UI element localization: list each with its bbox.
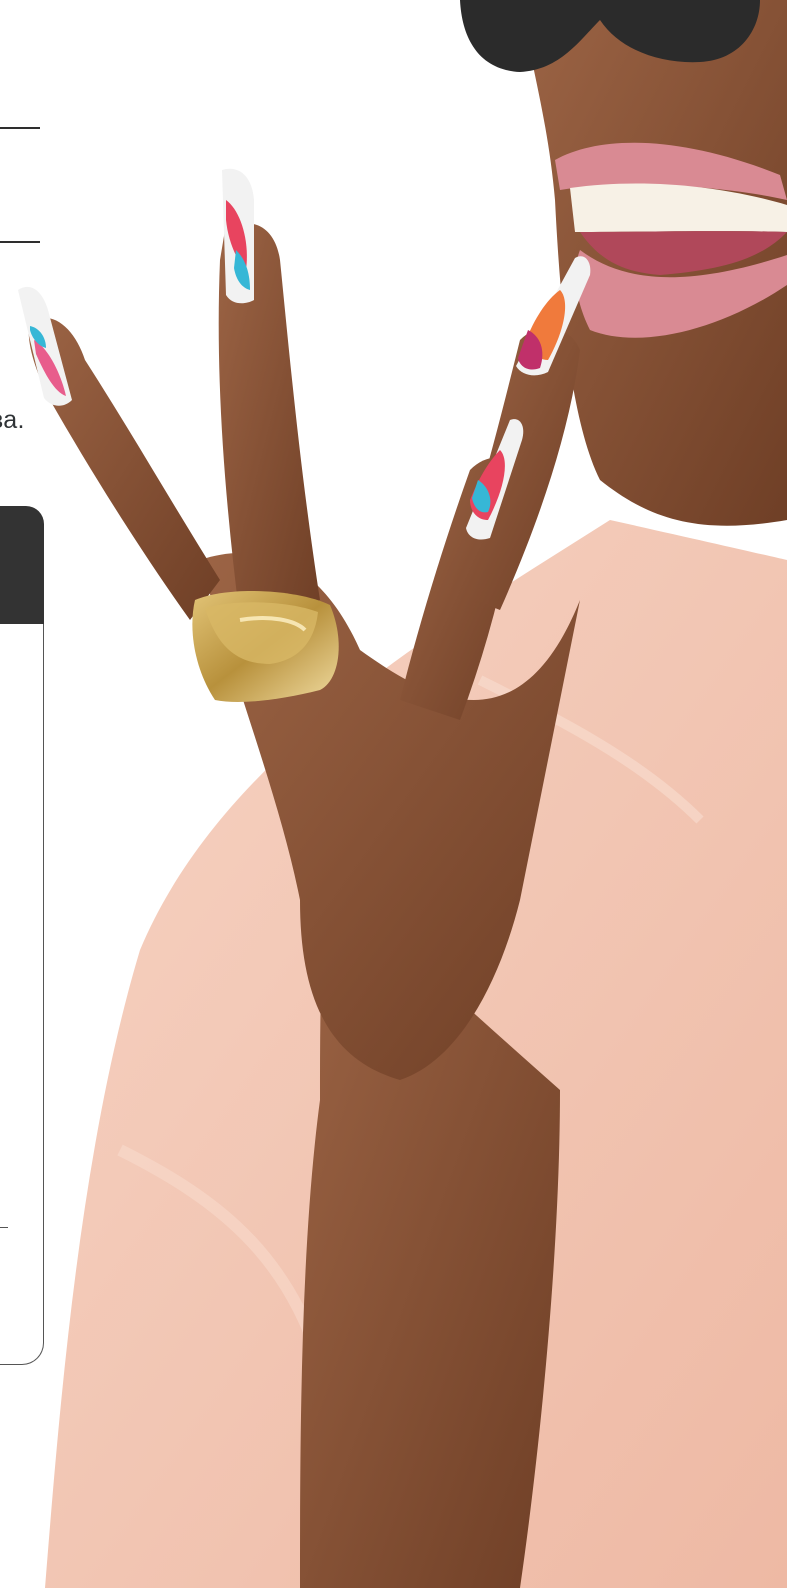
model-photo [18,0,787,1588]
